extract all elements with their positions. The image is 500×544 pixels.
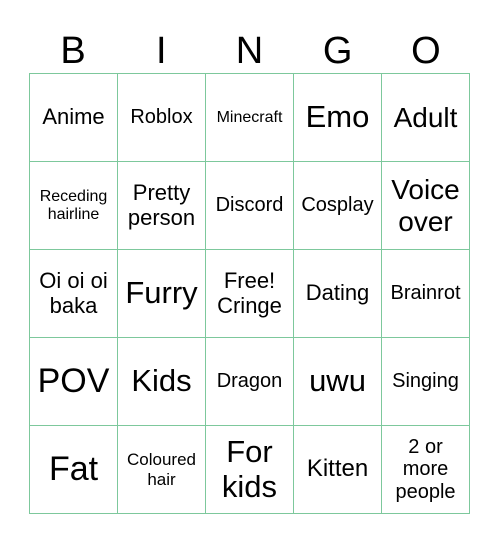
- bingo-cell[interactable]: Dragon: [206, 338, 294, 426]
- bingo-cell[interactable]: Oi oi oi baka: [30, 250, 118, 338]
- bingo-cell[interactable]: Singing: [382, 338, 470, 426]
- bingo-cell[interactable]: Roblox: [118, 74, 206, 162]
- bingo-cell[interactable]: Dating: [294, 250, 382, 338]
- bingo-cell[interactable]: uwu: [294, 338, 382, 426]
- bingo-cell[interactable]: Fat: [30, 426, 118, 514]
- bingo-header: B I N G O: [29, 30, 470, 73]
- header-letter-i: I: [156, 30, 167, 72]
- bingo-cell[interactable]: POV: [30, 338, 118, 426]
- bingo-cell[interactable]: Brainrot: [382, 250, 470, 338]
- header-letter-o: O: [411, 30, 441, 72]
- bingo-cell[interactable]: Discord: [206, 162, 294, 250]
- bingo-cell[interactable]: Minecraft: [206, 74, 294, 162]
- bingo-cell[interactable]: For kids: [206, 426, 294, 514]
- bingo-cell[interactable]: Furry: [118, 250, 206, 338]
- bingo-cell[interactable]: Anime: [30, 74, 118, 162]
- bingo-grid: Anime Roblox Minecraft Emo Adult Recedin…: [29, 73, 470, 514]
- bingo-cell[interactable]: Receding hairline: [30, 162, 118, 250]
- header-letter-b: B: [60, 30, 86, 72]
- bingo-cell[interactable]: Pretty person: [118, 162, 206, 250]
- bingo-cell[interactable]: 2 or more people: [382, 426, 470, 514]
- bingo-cell[interactable]: Adult: [382, 74, 470, 162]
- header-letter-n: N: [235, 30, 264, 72]
- bingo-cell[interactable]: Kitten: [294, 426, 382, 514]
- bingo-cell[interactable]: Cosplay: [294, 162, 382, 250]
- bingo-cell[interactable]: Voice over: [382, 162, 470, 250]
- header-letter-g: G: [322, 30, 353, 72]
- bingo-cell[interactable]: Kids: [118, 338, 206, 426]
- bingo-cell[interactable]: Free! Cringe: [206, 250, 294, 338]
- bingo-cell[interactable]: Emo: [294, 74, 382, 162]
- bingo-cell[interactable]: Coloured hair: [118, 426, 206, 514]
